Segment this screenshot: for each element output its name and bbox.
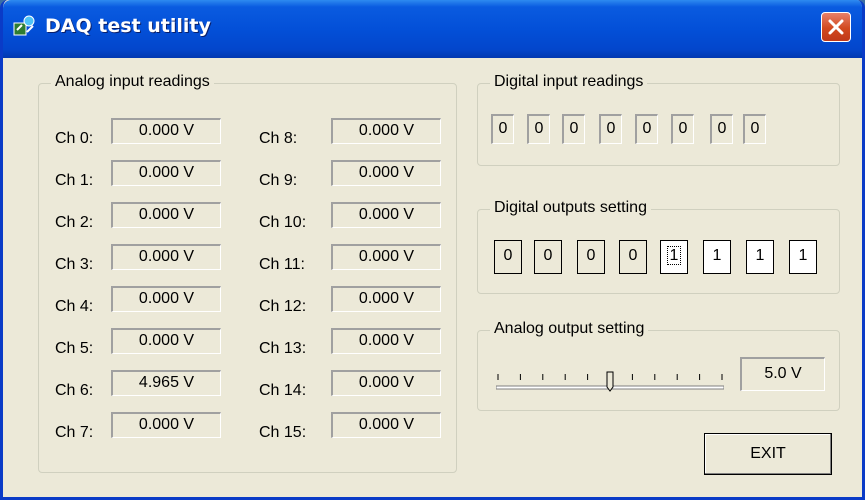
- digital-output-toggle[interactable]: 0: [619, 240, 647, 274]
- channel-label: Ch 10:: [259, 214, 307, 231]
- digital-input-bit: 0: [599, 114, 622, 144]
- digital-input-bit: 0: [743, 114, 766, 144]
- channel-reading: 0.000 V: [331, 244, 441, 270]
- close-button[interactable]: [821, 12, 851, 42]
- digital-input-bit: 0: [671, 114, 694, 144]
- channel-label: Ch 2:: [55, 214, 94, 231]
- digital-input-bit: 0: [562, 114, 585, 144]
- channel-reading: 0.000 V: [331, 118, 441, 144]
- close-icon: [828, 19, 844, 35]
- channel-label: Ch 11:: [259, 256, 305, 273]
- digital-input-bit: 0: [710, 114, 733, 144]
- digital-output-bit-label: 1: [666, 246, 682, 265]
- daq-window: DAQ test utility Analog input readings D…: [0, 0, 865, 500]
- digital-output-toggle[interactable]: 1: [789, 240, 817, 274]
- analog-output-legend: Analog output setting: [490, 320, 649, 338]
- digital-output-bit-label: 1: [712, 247, 722, 264]
- channel-reading: 0.000 V: [331, 202, 441, 228]
- digital-output-toggle[interactable]: 1: [660, 240, 688, 274]
- window-title: DAQ test utility: [45, 15, 211, 37]
- digital-input-legend: Digital input readings: [490, 73, 648, 91]
- digital-output-toggle[interactable]: 0: [577, 240, 605, 274]
- channel-label: Ch 6:: [55, 382, 94, 399]
- channel-label: Ch 3:: [55, 256, 94, 273]
- digital-output-bit-label: 0: [628, 247, 638, 264]
- channel-reading: 0.000 V: [111, 412, 221, 438]
- digital-input-bit: 0: [635, 114, 658, 144]
- channel-reading: 0.000 V: [111, 286, 221, 312]
- channel-reading: 0.000 V: [111, 118, 221, 144]
- slider-thumb[interactable]: [606, 371, 614, 392]
- channel-reading: 0.000 V: [111, 328, 221, 354]
- channel-reading: 0.000 V: [111, 244, 221, 270]
- digital-input-bit: 0: [491, 114, 514, 144]
- digital-output-group: Digital outputs setting: [477, 199, 840, 294]
- channel-label: Ch 12:: [259, 298, 307, 315]
- digital-output-toggle[interactable]: 0: [534, 240, 562, 274]
- channel-label: Ch 5:: [55, 340, 94, 357]
- channel-reading: 0.000 V: [331, 328, 441, 354]
- channel-reading: 0.000 V: [331, 286, 441, 312]
- channel-reading: 4.965 V: [111, 370, 221, 396]
- exit-button[interactable]: EXIT: [704, 433, 832, 475]
- analog-input-legend: Analog input readings: [51, 73, 214, 91]
- channel-label: Ch 13:: [259, 340, 307, 357]
- digital-output-toggle[interactable]: 0: [494, 240, 522, 274]
- channel-reading: 0.000 V: [331, 412, 441, 438]
- channel-reading: 0.000 V: [111, 160, 221, 186]
- digital-output-bit-label: 1: [798, 247, 808, 264]
- channel-label: Ch 15:: [259, 424, 307, 441]
- daq-app-icon: [13, 15, 35, 36]
- title-bar[interactable]: DAQ test utility: [3, 0, 862, 58]
- digital-output-bit-label: 0: [543, 247, 553, 264]
- digital-output-bit-label: 1: [755, 247, 765, 264]
- channel-label: Ch 0:: [55, 130, 94, 147]
- channel-label: Ch 14:: [259, 382, 307, 399]
- channel-reading: 0.000 V: [331, 370, 441, 396]
- channel-label: Ch 7:: [55, 424, 94, 441]
- channel-label: Ch 4:: [55, 298, 94, 315]
- digital-output-bit-label: 0: [503, 247, 513, 264]
- digital-output-toggle[interactable]: 1: [703, 240, 731, 274]
- digital-output-bit-label: 0: [586, 247, 596, 264]
- digital-input-bit: 0: [527, 114, 550, 144]
- channel-label: Ch 9:: [259, 172, 298, 189]
- analog-output-slider[interactable]: [496, 368, 724, 396]
- channel-reading: 0.000 V: [331, 160, 441, 186]
- channel-label: Ch 8:: [259, 130, 298, 147]
- digital-output-toggle[interactable]: 1: [746, 240, 774, 274]
- channel-reading: 0.000 V: [111, 202, 221, 228]
- digital-output-legend: Digital outputs setting: [490, 199, 651, 217]
- analog-output-value: 5.0 V: [740, 357, 825, 391]
- channel-label: Ch 1:: [55, 172, 94, 189]
